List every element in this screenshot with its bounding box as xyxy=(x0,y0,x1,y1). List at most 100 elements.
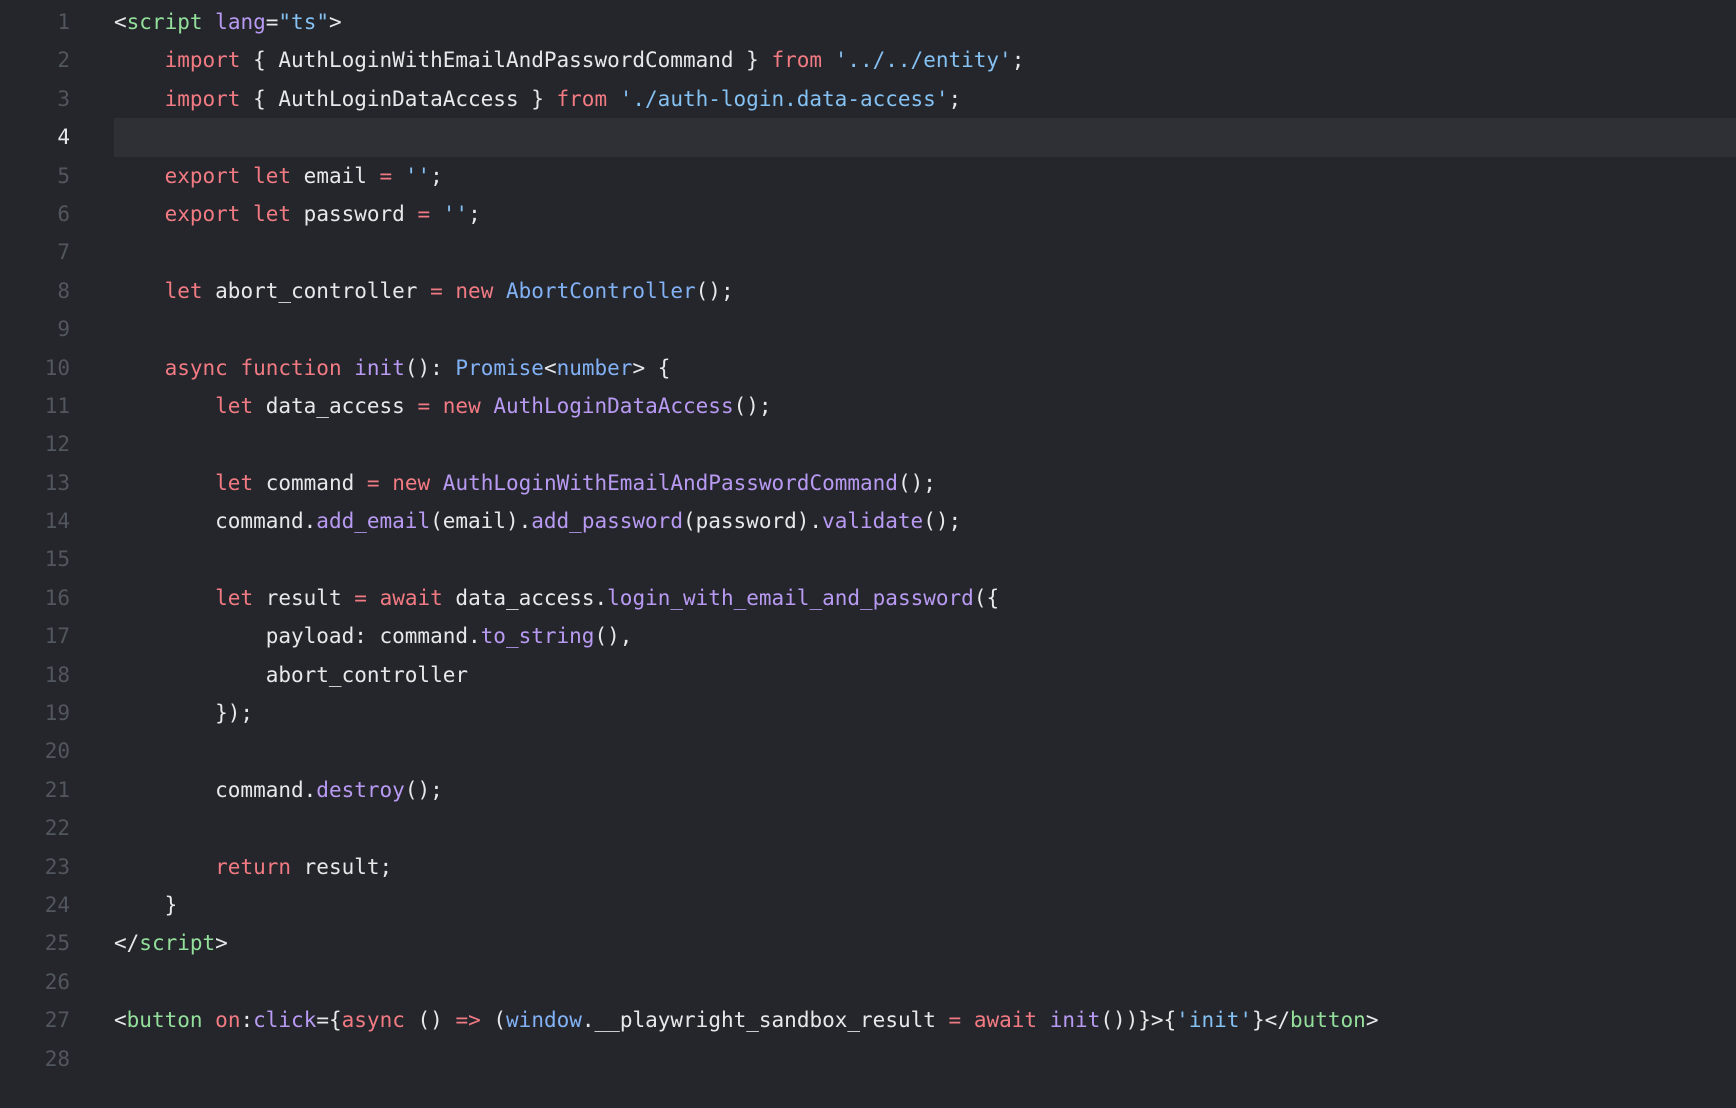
code-token: let xyxy=(215,470,254,495)
code-token: init xyxy=(1049,1008,1101,1033)
code-text: export let email = ''; xyxy=(114,157,443,195)
code-token: let xyxy=(164,278,203,303)
code-token: (email). xyxy=(430,509,532,534)
code-token: } xyxy=(114,892,178,917)
line-number: 13 xyxy=(44,470,70,495)
code-text: command.add_email(email).add_password(pa… xyxy=(114,502,961,540)
code-token: password xyxy=(291,201,418,226)
code-token: new xyxy=(442,393,481,418)
code-line[interactable]: 14 command.add_email(email).add_password… xyxy=(0,502,1736,540)
code-token: 'init' xyxy=(1176,1008,1253,1033)
code-line[interactable]: 6 export let password = ''; xyxy=(0,195,1736,233)
code-token: import xyxy=(164,86,241,111)
code-line[interactable]: 20 xyxy=(0,732,1736,770)
code-token: = xyxy=(948,1008,962,1033)
code-text: payload: command.to_string(), xyxy=(114,617,633,655)
line-number: 22 xyxy=(44,816,70,841)
code-token: number xyxy=(556,355,633,380)
code-editor[interactable]: 1 <script lang="ts"> 2 import { AuthLoginW… xyxy=(0,3,1736,1078)
code-line[interactable]: 10 async function init(): Promise<number… xyxy=(0,349,1736,387)
code-line[interactable]: 8 let abort_controller = new AbortContro… xyxy=(0,272,1736,310)
code-text: let command = new AuthLoginWithEmailAndP… xyxy=(114,464,936,502)
code-token: destroy xyxy=(316,777,405,802)
code-line[interactable]: 12 xyxy=(0,425,1736,463)
code-token: let xyxy=(215,585,254,610)
code-line[interactable]: 25 </script> xyxy=(0,924,1736,962)
code-line[interactable]: 28 xyxy=(0,1040,1736,1078)
code-token: await xyxy=(973,1008,1038,1033)
code-token: AbortController xyxy=(506,278,696,303)
code-line[interactable]: 1 <script lang="ts"> xyxy=(0,3,1736,41)
code-token: ; xyxy=(948,86,962,111)
code-line[interactable]: 9 xyxy=(0,310,1736,348)
code-token: ={ xyxy=(316,1008,342,1033)
code-token: abort_controller xyxy=(114,662,469,687)
code-token: to_string xyxy=(480,624,595,649)
code-line[interactable]: 2 import { AuthLoginWithEmailAndPassword… xyxy=(0,41,1736,79)
code-text: }); xyxy=(114,694,253,732)
code-text: let abort_controller = new AbortControll… xyxy=(114,272,734,310)
code-token: return xyxy=(215,854,292,879)
code-line[interactable]: 13 let command = new AuthLoginWithEmailA… xyxy=(0,464,1736,502)
code-token: "ts" xyxy=(278,10,329,34)
code-line[interactable]: 21 command.destroy(); xyxy=(0,771,1736,809)
code-token: => xyxy=(455,1008,481,1033)
code-token: }); xyxy=(114,701,254,726)
code-token: script xyxy=(126,10,203,34)
line-number: 8 xyxy=(57,278,70,303)
line-number: 21 xyxy=(44,777,70,802)
code-text: async function init(): Promise<number> { xyxy=(114,349,671,387)
code-token: (); xyxy=(404,777,443,802)
line-number: 1 xyxy=(57,10,70,34)
code-line[interactable]: 16 let result = await data_access.login_… xyxy=(0,579,1736,617)
code-token: ; xyxy=(468,201,481,226)
code-token: (); xyxy=(897,470,936,495)
code-token: (); xyxy=(733,393,772,418)
code-line[interactable]: 17 payload: command.to_string(), xyxy=(0,617,1736,655)
line-number: 17 xyxy=(44,624,70,649)
code-line[interactable]: 11 let data_access = new AuthLoginDataAc… xyxy=(0,387,1736,425)
code-line[interactable]: 4 xyxy=(0,118,1736,157)
line-number: 6 xyxy=(57,201,70,226)
line-number: 4 xyxy=(57,125,70,150)
code-token: let xyxy=(253,201,292,226)
line-number: 20 xyxy=(44,739,70,764)
code-token: AuthLoginWithEmailAndPasswordCommand xyxy=(442,470,898,495)
code-token: ; xyxy=(1011,48,1025,73)
code-text: command.destroy(); xyxy=(114,771,443,809)
code-token: validate xyxy=(822,509,924,534)
code-line[interactable]: 19 }); xyxy=(0,694,1736,732)
code-token: async xyxy=(164,355,228,380)
line-number: 12 xyxy=(44,432,70,457)
code-line[interactable]: 24 } xyxy=(0,886,1736,924)
code-token: '../../entity' xyxy=(834,48,1012,73)
code-line[interactable]: 15 xyxy=(0,540,1736,578)
line-number: 24 xyxy=(44,892,70,917)
code-text: } xyxy=(114,886,178,924)
code-line[interactable]: 26 xyxy=(0,963,1736,1001)
code-line[interactable]: 5 export let email = ''; xyxy=(0,157,1736,195)
code-line[interactable]: 3 import { AuthLoginDataAccess } from '.… xyxy=(0,80,1736,118)
code-token: = xyxy=(366,470,380,495)
code-line[interactable]: 27 <button on:click={async () => (window.… xyxy=(0,1001,1736,1039)
line-number: 16 xyxy=(44,585,70,610)
code-token: script xyxy=(139,931,216,956)
code-token: = xyxy=(417,393,431,418)
code-line[interactable]: 22 xyxy=(0,809,1736,847)
code-line[interactable]: 18 abort_controller xyxy=(0,656,1736,694)
code-line[interactable]: 23 return result; xyxy=(0,848,1736,886)
code-line[interactable]: 7 xyxy=(0,233,1736,271)
line-number: 15 xyxy=(44,547,70,572)
code-token: ({ xyxy=(973,585,1000,610)
